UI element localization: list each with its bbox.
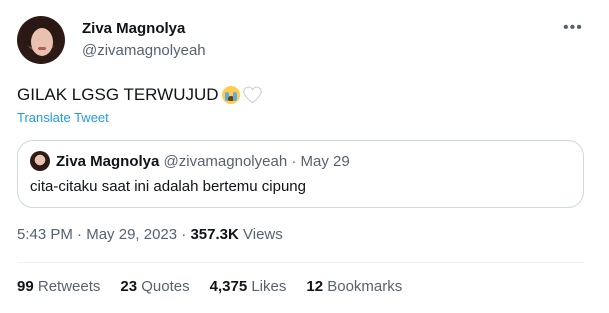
author-handle[interactable]: @zivamagnolyeah [82, 42, 206, 59]
likes-label: Likes [251, 278, 287, 295]
tweet: Ziva Magnolya @zivamagnolyeah ••• GILAK … [0, 0, 609, 313]
more-options-icon[interactable]: ••• [563, 20, 583, 36]
quoted-author-handle: @zivamagnolyeah [163, 153, 288, 170]
white-heart-icon [242, 86, 262, 104]
engagement-stats: 99 Retweets 23 Quotes 4,375 Likes 12 Boo… [17, 278, 422, 295]
retweets-count: 99 [17, 278, 34, 295]
retweets-stat[interactable]: 99 Retweets [17, 278, 100, 295]
tweet-time[interactable]: 5:43 PM [17, 226, 73, 243]
quotes-stat[interactable]: 23 Quotes [120, 278, 189, 295]
meta-separator: · [77, 226, 83, 243]
bookmarks-label: Bookmarks [327, 278, 403, 295]
views-label: Views [243, 226, 283, 243]
bookmarks-count: 12 [306, 278, 324, 295]
tweet-meta: 5:43 PM · May 29, 2023 · 357.3K Views [17, 226, 283, 243]
translate-tweet-link[interactable]: Translate Tweet [17, 110, 109, 125]
meta-separator: · [181, 226, 187, 243]
quoted-tweet-header: Ziva Magnolya @zivamagnolyeah · May 29 [56, 153, 350, 170]
author-display-name[interactable]: Ziva Magnolya [82, 20, 185, 37]
quoted-separator: · [291, 153, 297, 170]
views-count: 357.3K [190, 226, 239, 243]
likes-stat[interactable]: 4,375 Likes [210, 278, 287, 295]
tweet-body: GILAK LGSG TERWUJUD [17, 85, 262, 105]
author-avatar[interactable] [17, 16, 65, 64]
quoted-author-name: Ziva Magnolya [56, 153, 160, 170]
retweets-label: Retweets [37, 278, 101, 295]
divider [17, 262, 584, 263]
quoted-tweet[interactable]: Ziva Magnolya @zivamagnolyeah · May 29 c… [17, 140, 584, 208]
quoted-tweet-text: cita-citaku saat ini adalah bertemu cipu… [30, 178, 306, 195]
quoted-date: May 29 [300, 153, 350, 170]
likes-count: 4,375 [209, 278, 248, 295]
tweet-date[interactable]: May 29, 2023 [86, 226, 177, 243]
loudly-crying-face-icon [221, 86, 240, 104]
bookmarks-stat[interactable]: 12 Bookmarks [306, 278, 402, 295]
quotes-label: Quotes [141, 278, 190, 295]
quotes-count: 23 [120, 278, 138, 295]
quoted-author-avatar [30, 151, 50, 171]
tweet-text: GILAK LGSG TERWUJUD [17, 85, 219, 104]
